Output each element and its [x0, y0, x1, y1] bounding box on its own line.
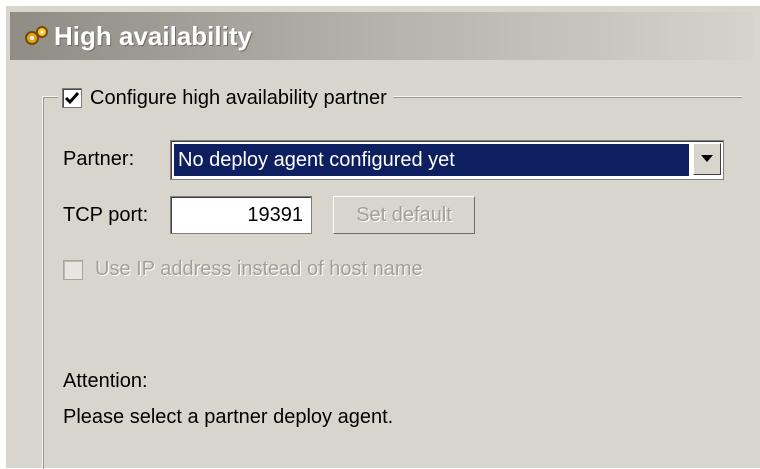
attention-message: Please select a partner deploy agent.: [63, 406, 394, 428]
section-header: High availability: [10, 12, 754, 60]
attention-title: Attention:: [63, 370, 148, 392]
use-ip-label: Use IP address instead of host name: [95, 258, 423, 280]
use-ip-checkbox[interactable]: [63, 259, 83, 280]
set-default-button[interactable]: Set default: [333, 196, 475, 234]
partner-label: Partner:: [63, 148, 135, 170]
configure-ha-label: Configure high availability partner: [90, 86, 387, 109]
use-ip-checkbox-row[interactable]: Use IP address instead of host name: [63, 258, 423, 281]
checkmark-icon: [64, 92, 80, 105]
configure-ha-checkbox[interactable]: [62, 88, 82, 108]
section-title: High availability: [54, 21, 252, 51]
configure-ha-checkbox-row[interactable]: Configure high availability partner: [58, 84, 393, 112]
chevron-down-icon: [701, 155, 713, 162]
tcp-port-input[interactable]: 19391: [170, 196, 312, 234]
partner-select[interactable]: No deploy agent configured yet: [170, 140, 724, 180]
partner-dropdown-button[interactable]: [693, 143, 721, 175]
partner-select-value: No deploy agent configured yet: [174, 144, 689, 176]
gears-icon: [25, 26, 48, 45]
tcp-port-label: TCP port:: [63, 204, 149, 226]
